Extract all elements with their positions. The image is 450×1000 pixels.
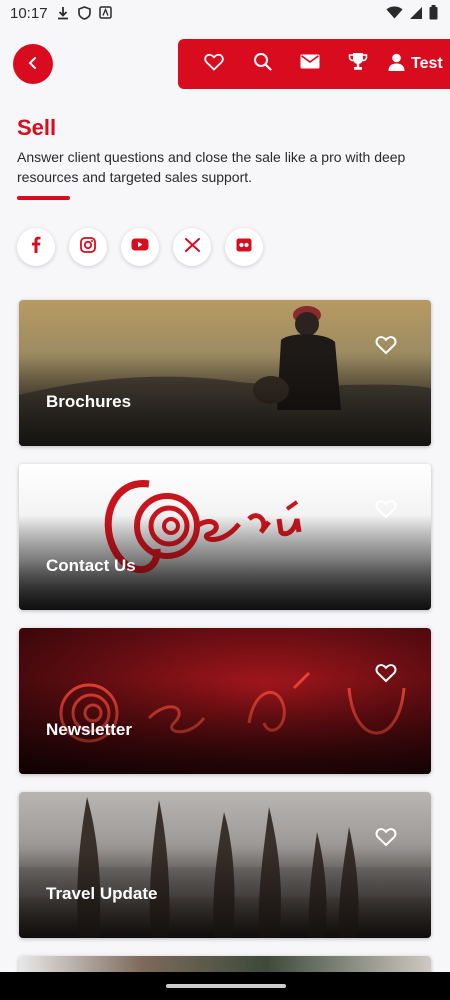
battery-icon: [429, 5, 438, 22]
card-shade: [19, 792, 431, 938]
trophy-button[interactable]: [334, 39, 382, 89]
card-contact-us[interactable]: Contact Us: [19, 464, 431, 610]
search-button[interactable]: [238, 39, 286, 89]
page-description: Answer client questions and close the sa…: [17, 149, 406, 185]
card-shade: [19, 300, 431, 446]
card-label: Newsletter: [46, 720, 132, 739]
flickr-icon: [236, 238, 252, 257]
social-links: [0, 200, 450, 266]
instagram-icon: [80, 236, 96, 258]
profile-button[interactable]: Test: [382, 53, 443, 76]
card-brochures[interactable]: Brochures: [19, 300, 431, 446]
page-intro: Sell Answer client questions and close t…: [0, 97, 450, 200]
trophy-icon: [348, 52, 368, 76]
home-gesture-handle[interactable]: [166, 984, 286, 988]
user-icon: [388, 53, 405, 76]
heart-icon[interactable]: [375, 827, 397, 852]
facebook-icon: [31, 236, 41, 258]
flickr-button[interactable]: [225, 228, 263, 266]
envelope-icon: [300, 54, 320, 74]
heart-icon[interactable]: [375, 499, 397, 524]
youtube-button[interactable]: [121, 228, 159, 266]
chevron-left-icon: [27, 53, 39, 76]
wifi-icon: [386, 6, 403, 21]
heart-icon[interactable]: [375, 335, 397, 360]
card-label: Brochures: [46, 392, 132, 411]
signal-icon: [409, 6, 423, 22]
card-label: Contact Us: [46, 556, 136, 575]
heart-icon[interactable]: [375, 663, 397, 688]
header: Test: [0, 27, 450, 97]
status-time: 10:17: [10, 5, 48, 22]
search-icon: [253, 52, 272, 76]
x-icon: [184, 237, 200, 257]
heart-icon: [204, 53, 224, 76]
youtube-icon: [131, 238, 149, 256]
app-notification-icon: [98, 6, 112, 21]
shield-icon: [77, 5, 91, 22]
card-travel-update[interactable]: Travel Update: [19, 792, 431, 938]
facebook-button[interactable]: [17, 228, 55, 266]
card-label: Travel Update: [46, 884, 158, 903]
card-shade: [19, 628, 431, 774]
back-button[interactable]: [13, 44, 53, 84]
instagram-button[interactable]: [69, 228, 107, 266]
card-shade: [19, 464, 431, 610]
x-button[interactable]: [173, 228, 211, 266]
profile-label: Test: [411, 55, 443, 72]
page-title: Sell: [17, 115, 57, 140]
card-newsletter[interactable]: Newsletter: [19, 628, 431, 774]
top-nav-bar: Test: [178, 39, 450, 89]
resource-cards: Brochures Contact Us Newsletter Travel U…: [0, 266, 450, 986]
favorites-button[interactable]: [190, 39, 238, 89]
mail-button[interactable]: [286, 39, 334, 89]
download-icon: [56, 6, 70, 22]
status-bar: 10:17: [0, 0, 450, 27]
